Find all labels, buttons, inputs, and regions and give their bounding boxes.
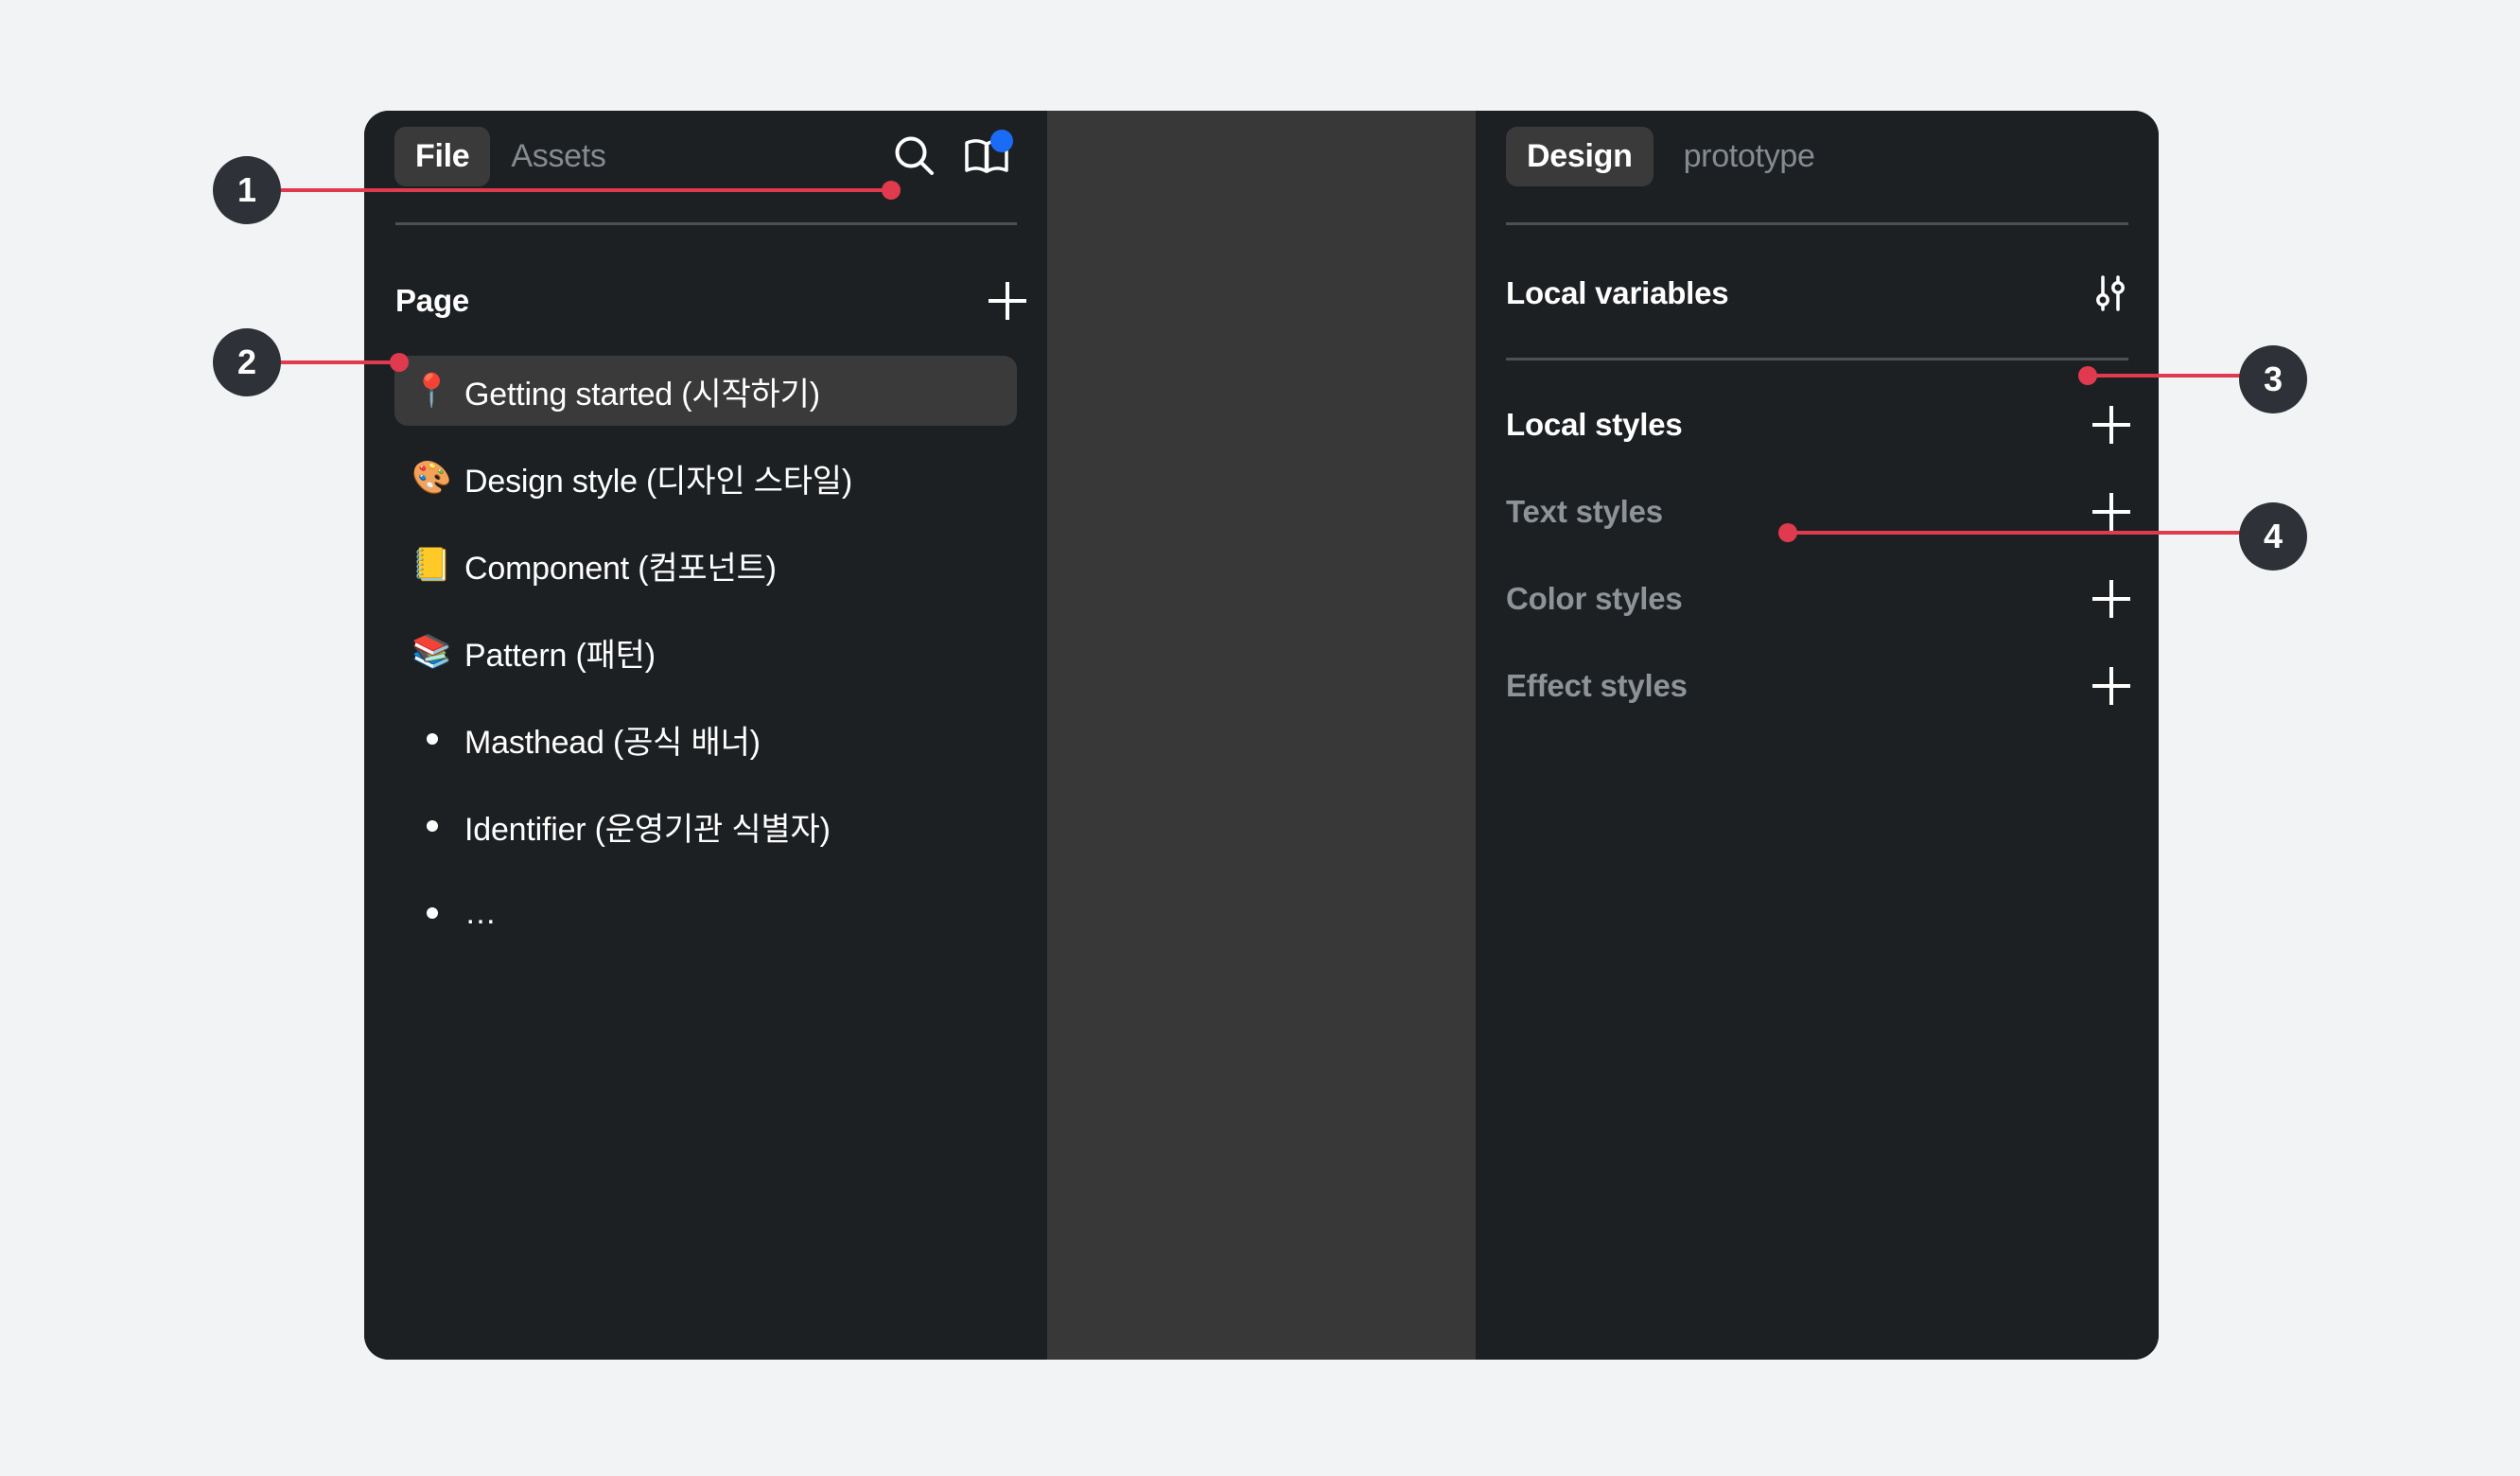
pin-icon: 📍 [411,373,452,409]
section-label: Local variables [1506,275,1729,310]
section-label: Color styles [1506,581,1683,616]
books-icon: 📚 [411,634,452,670]
right-sidebar: Design prototype Local variables Local s… [1476,111,2159,1360]
list-item[interactable]: 📍 Getting started (시작하기) [394,356,1017,426]
section-label: Local styles [1506,407,1683,442]
callout-badge-2: 2 [213,328,281,396]
bullet-icon [427,907,438,919]
section-label: Effect styles [1506,668,1688,703]
callout-badge-4: 4 [2239,502,2307,571]
add-effect-style-button[interactable] [2092,667,2130,705]
list-item[interactable]: 🎨 Design style (디자인 스타일) [394,443,1017,513]
page-section-header: Page [364,257,1047,344]
section-label: Text styles [1506,494,1663,529]
book-icon[interactable] [958,128,1015,184]
list-item[interactable]: 📚 Pattern (패턴) [394,617,1017,687]
list-item[interactable]: 📒 Component (컴포넌트) [394,530,1017,600]
page-section-title: Page [395,283,470,318]
add-local-style-button[interactable] [2092,406,2130,444]
callout-leader-1 [281,188,891,192]
callout-leader-2 [281,360,399,364]
palette-icon: 🎨 [411,460,452,496]
bullet-icon [427,820,438,832]
sliders-icon[interactable] [2091,273,2130,313]
page-list: 📍 Getting started (시작하기) 🎨 Design style … [364,356,1047,948]
section-effect-styles[interactable]: Effect styles [1476,642,2159,729]
add-color-style-button[interactable] [2092,580,2130,618]
tab-prototype[interactable]: prototype [1663,127,1836,186]
right-tabbar: Design prototype [1476,111,2159,202]
page-item-label: Component (컴포넌트) [464,550,777,587]
page-item-label: Design style (디자인 스타일) [464,463,853,500]
tab-assets[interactable]: Assets [490,127,626,186]
notification-dot [990,130,1013,152]
callout-leader-4 [1788,531,2242,535]
add-page-button[interactable] [989,282,1026,320]
callout-anchor-dot-1 [882,181,901,200]
section-text-styles[interactable]: Text styles [1476,468,2159,555]
canvas-area[interactable] [1047,111,1476,1360]
list-item[interactable]: Identifier (운영기관 식별자) [394,791,1017,861]
list-item[interactable]: Masthead (공식 배너) [394,704,1017,774]
search-icon[interactable] [886,128,943,184]
add-text-style-button[interactable] [2092,493,2130,531]
sub-page-label: Masthead (공식 배너) [464,724,761,761]
tab-file[interactable]: File [394,126,491,186]
callout-badge-3: 3 [2239,345,2307,413]
tab-design[interactable]: Design [1506,126,1654,186]
sub-page-label: … [464,894,497,931]
left-sidebar: File Assets Page 📍 Getting started (시작하기… [364,111,1047,1360]
section-local-variables[interactable]: Local variables [1476,250,2159,337]
callout-leader-3 [2088,374,2241,378]
list-item[interactable]: … [394,878,1017,948]
section-color-styles[interactable]: Color styles [1476,555,2159,642]
sub-page-label: Identifier (운영기관 식별자) [464,811,831,848]
page-item-label: Pattern (패턴) [464,637,656,674]
screenshot-root: 1 2 3 4 File Assets Page 📍 Getting start… [0,0,2520,1476]
left-panel-divider [395,222,1017,225]
page-item-label: Getting started (시작하기) [464,376,820,413]
design-tool-window: File Assets Page 📍 Getting started (시작하기… [364,111,2159,1360]
callout-anchor-dot-4 [1778,523,1797,542]
callout-badge-1: 1 [213,156,281,224]
callout-anchor-dot-3 [2078,366,2097,385]
section-local-styles[interactable]: Local styles [1476,381,2159,468]
callout-anchor-dot-2 [390,353,409,372]
notebook-icon: 📒 [411,547,452,583]
bullet-icon [427,733,438,745]
